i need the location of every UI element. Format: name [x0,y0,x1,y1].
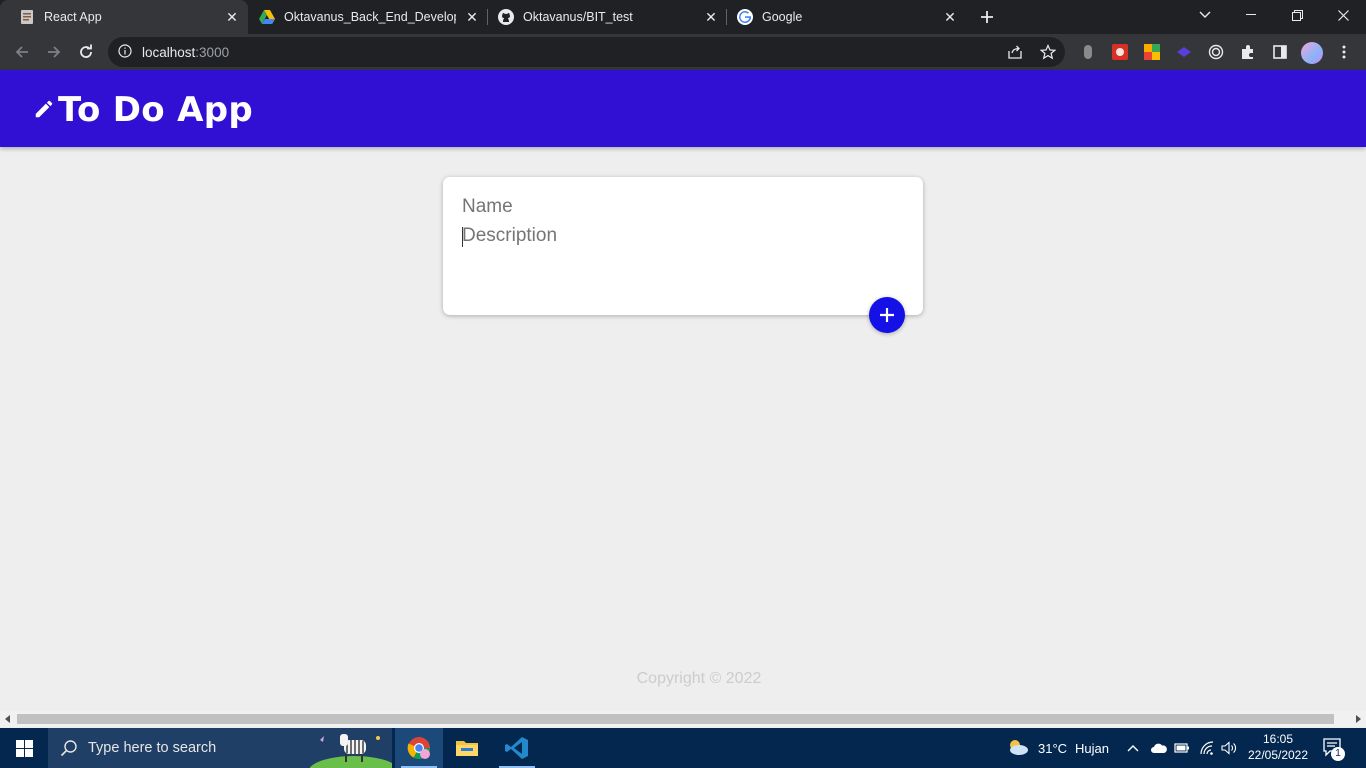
weather-temperature: 31°C [1038,740,1068,756]
tab-title: Oktavanus_Back_End_Developer_ [284,10,456,24]
reload-icon[interactable] [74,40,98,64]
extension-target-icon[interactable] [1207,43,1225,61]
windows-start-button[interactable] [0,728,48,768]
taskbar-file-explorer[interactable] [443,728,491,768]
chrome-icon [407,737,430,759]
url-port: :3000 [195,45,230,60]
new-tab-button[interactable] [976,6,998,28]
plus-icon [880,308,894,322]
extensions-puzzle-icon[interactable] [1239,43,1257,61]
pencil-icon [35,100,53,118]
windows-taskbar: Type here to search 31°C Hujan 16:05 22/… [0,728,1366,768]
extension-colorful-icon[interactable] [1143,43,1161,61]
google-icon [737,9,753,25]
close-window-icon[interactable] [1320,0,1366,30]
tab-title: Oktavanus/BIT_test [523,10,633,24]
copyright-footer: Copyright © 2022 [636,670,762,687]
volume-speaker-icon[interactable] [1221,728,1237,768]
google-drive-icon [259,9,275,25]
minimize-icon[interactable] [1228,0,1274,30]
create-note-card [443,177,923,315]
forward-arrow-icon[interactable] [42,40,66,64]
extension-purple-icon[interactable] [1175,43,1193,61]
system-clock[interactable]: 16:05 22/05/2022 [1238,731,1318,763]
tab-title: React App [44,10,102,24]
scrollbar-thumb[interactable] [17,714,1334,724]
github-icon [498,9,514,25]
tab-search-chevron-down-icon[interactable] [1182,0,1228,30]
folder-icon [456,741,478,756]
close-tab-icon[interactable]: ✕ [224,9,240,25]
search-highlight-zebra-icon [310,734,392,768]
react-app-favicon-icon [19,9,35,25]
taskbar-vscode[interactable] [493,728,541,768]
weather-widget[interactable]: 31°C Hujan [1006,728,1109,768]
taskbar-search-placeholder: Type here to search [88,740,217,756]
note-description-input[interactable] [462,225,902,249]
url-host: localhost [142,45,196,60]
horizontal-scrollbar[interactable] [0,711,1366,727]
search-icon [60,739,78,762]
profile-avatar[interactable] [1301,42,1323,64]
add-note-button[interactable] [869,297,905,333]
side-panel-icon[interactable] [1271,43,1289,61]
address-bar[interactable]: localhost:3000 [108,37,1065,67]
extension-red-icon[interactable] [1111,43,1129,61]
clock-time: 16:05 [1262,732,1294,746]
tab-title: Google [762,10,803,24]
tab-github[interactable]: Oktavanus/BIT_test ✕ [479,0,727,34]
wifi-icon[interactable] [1199,728,1215,768]
scroll-right-arrow-icon[interactable] [1353,714,1363,724]
tab-google[interactable]: Google ✕ [718,0,966,34]
bookmark-star-icon[interactable] [1039,43,1057,61]
url-text: localhost:3000 [142,45,229,60]
windows-logo-icon [15,739,33,757]
close-tab-icon[interactable]: ✕ [942,9,958,25]
weather-condition: Hujan [1075,740,1110,756]
battery-icon[interactable] [1174,728,1190,768]
back-arrow-icon[interactable] [10,40,34,64]
show-hidden-icons-chevron-up-icon[interactable] [1127,728,1139,768]
tab-drive[interactable]: Oktavanus_Back_End_Developer_ ✕ [240,0,488,34]
onedrive-cloud-icon[interactable] [1150,728,1168,768]
close-tab-icon[interactable]: ✕ [464,9,480,25]
tab-strip: React App ✕ Oktavanus_Back_End_Developer… [0,0,1366,34]
taskbar-chrome[interactable] [395,728,443,768]
browser-toolbar: localhost:3000 13 [0,34,1366,99]
clock-date: 22/05/2022 [1247,748,1309,762]
notification-count-badge: 1 [1331,747,1345,761]
text-cursor [462,227,463,247]
app-title: To Do App [58,90,253,130]
close-tab-icon[interactable]: ✕ [703,9,719,25]
note-name-input[interactable] [462,195,902,219]
menu-kebab-icon[interactable] [1335,43,1353,61]
weather-cloud-rain-icon [1010,740,1028,755]
app-header: To Do App [0,70,1366,147]
taskbar-search-box[interactable]: Type here to search [48,728,392,768]
tab-react-app[interactable]: React App ✕ [0,0,248,34]
vscode-icon [505,737,528,759]
share-icon[interactable] [1006,43,1024,61]
site-info-icon[interactable] [118,44,132,63]
scroll-left-arrow-icon[interactable] [3,714,13,724]
extension-mouse-icon[interactable] [1079,43,1097,61]
restore-icon[interactable] [1274,0,1320,30]
notification-center-button[interactable]: 1 [1322,737,1345,762]
